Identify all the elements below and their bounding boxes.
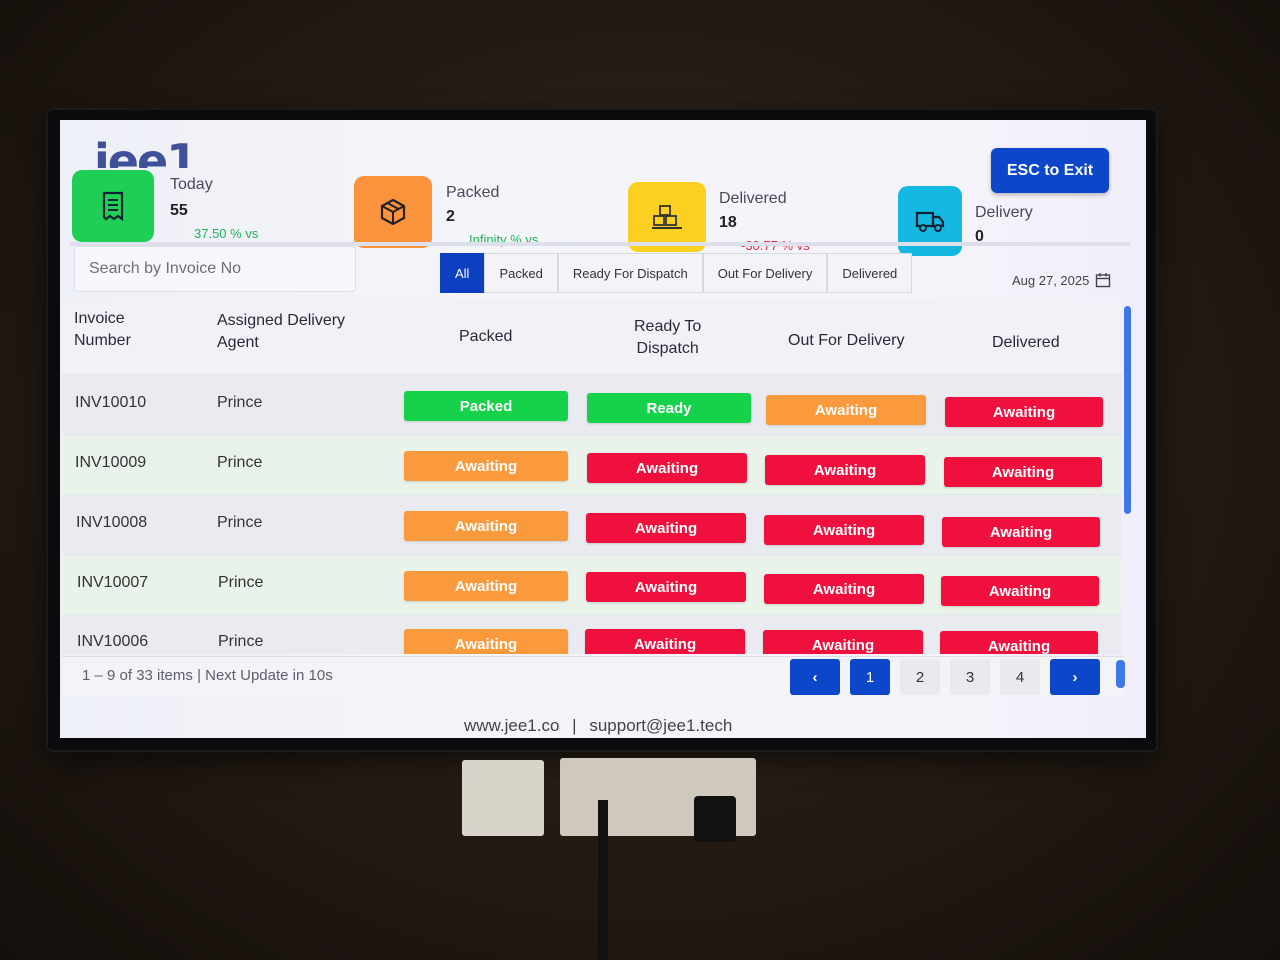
table-row[interactable]: INV10009 Prince Awaiting Awaiting Awaiti… — [62, 434, 1122, 494]
date-picker[interactable]: Aug 27, 2025 — [1012, 272, 1111, 288]
stat-label: Delivered — [719, 190, 787, 207]
table-header: Invoice Number Assigned Delivery Agent P… — [62, 298, 1122, 374]
tab-ready-for-dispatch[interactable]: Ready For Dispatch — [557, 253, 703, 293]
header-assigned-agent: Assigned Delivery Agent — [217, 312, 346, 351]
search-input[interactable]: Search by Invoice No — [74, 246, 356, 292]
header-invoice-number: Invoice Number — [74, 310, 131, 349]
support-email-link[interactable]: support@jee1.tech — [589, 716, 732, 735]
stat-label: Packed — [446, 184, 500, 201]
dashboard-screen: jee1 ESC to Exit Today 55 37.50 % vs Pac… — [60, 120, 1146, 738]
table-row[interactable]: INV10010 Prince Packed Ready Awaiting Aw… — [62, 374, 1122, 434]
page-2-button[interactable]: 2 — [900, 659, 940, 695]
stat-label: Delivery — [975, 204, 1033, 221]
stat-value: 55 — [170, 202, 188, 219]
calendar-icon — [1096, 273, 1111, 288]
header-delivered: Delivered — [992, 334, 1060, 351]
header-out-for-delivery: Out For Delivery — [788, 332, 905, 349]
orders-table: Invoice Number Assigned Delivery Agent P… — [62, 298, 1122, 654]
packed-status: Packed — [404, 391, 568, 421]
delivered-status: Awaiting — [940, 631, 1098, 654]
agent-name: Prince — [218, 574, 264, 591]
stat-card-delivered: Delivered 18 -30.77 % vs — [628, 182, 888, 262]
receipt-icon — [102, 191, 124, 221]
wall-socket — [462, 760, 544, 836]
packed-status: Awaiting — [404, 629, 568, 654]
tab-delivered[interactable]: Delivered — [827, 253, 913, 293]
stat-delta: 37.50 % vs — [194, 226, 259, 241]
tab-all[interactable]: All — [440, 253, 485, 293]
invoice-number: INV10006 — [77, 633, 149, 650]
page-3-button[interactable]: 3 — [950, 659, 990, 695]
out-for-delivery-status: Awaiting — [765, 455, 925, 485]
footer-separator: | — [572, 716, 577, 735]
invoice-number: INV10010 — [75, 394, 147, 411]
out-for-delivery-status: Awaiting — [764, 515, 924, 545]
stat-tile — [72, 170, 154, 242]
table-scrollbar[interactable] — [1124, 306, 1131, 514]
prev-page-button[interactable]: ‹ — [790, 659, 840, 695]
power-adapter — [694, 796, 736, 842]
invoice-number: INV10007 — [77, 574, 149, 591]
packages-icon — [652, 205, 682, 229]
packed-status: Awaiting — [404, 571, 568, 601]
packed-status: Awaiting — [404, 451, 568, 481]
truck-icon — [915, 211, 945, 232]
stat-value: 2 — [446, 208, 455, 225]
out-for-delivery-status: Awaiting — [763, 630, 923, 654]
horizontal-scroll-handle[interactable] — [1116, 660, 1125, 688]
packed-status: Awaiting — [404, 511, 568, 541]
tab-packed[interactable]: Packed — [484, 253, 558, 293]
ready-status: Awaiting — [585, 629, 745, 654]
power-cable — [598, 800, 608, 960]
website-link[interactable]: www.jee1.co — [464, 716, 559, 735]
page-1-button[interactable]: 1 — [850, 659, 890, 695]
stat-card-out-for-delivery: Delivery 0 — [898, 186, 1128, 266]
box-icon — [380, 198, 406, 226]
pager: ‹ 1 2 3 4 › — [790, 659, 1100, 695]
invoice-number: INV10009 — [75, 454, 147, 471]
stat-value: 18 — [719, 214, 737, 231]
header-packed: Packed — [459, 328, 513, 345]
stat-label: Today — [170, 176, 213, 193]
items-summary: 1 – 9 of 33 items | Next Update in 10s — [82, 667, 333, 684]
ready-status: Awaiting — [587, 453, 747, 483]
out-for-delivery-status: Awaiting — [766, 395, 926, 425]
invoice-number: INV10008 — [76, 514, 148, 531]
header-ready-to-dispatch: Ready To Dispatch — [634, 318, 702, 357]
brand-logo: jee1 — [94, 138, 197, 168]
date-value: Aug 27, 2025 — [1012, 272, 1090, 288]
ready-status: Awaiting — [586, 513, 746, 543]
delivered-status: Awaiting — [944, 457, 1102, 487]
agent-name: Prince — [218, 633, 264, 650]
tab-out-for-delivery[interactable]: Out For Delivery — [702, 253, 828, 293]
table-row[interactable]: INV10007 Prince Awaiting Awaiting Awaiti… — [62, 554, 1122, 614]
next-page-button[interactable]: › — [1050, 659, 1100, 695]
table-body: INV10010 Prince Packed Ready Awaiting Aw… — [62, 374, 1122, 654]
stat-card-today: Today 55 37.50 % vs — [72, 170, 332, 250]
agent-name: Prince — [217, 454, 263, 471]
ready-status: Awaiting — [586, 572, 746, 602]
delivered-status: Awaiting — [942, 517, 1100, 547]
agent-name: Prince — [217, 514, 263, 531]
stat-tile — [354, 176, 432, 248]
agent-name: Prince — [217, 394, 263, 411]
pagination-bar: 1 – 9 of 33 items | Next Update in 10s ‹… — [62, 656, 1124, 696]
table-row[interactable]: INV10006 Prince Awaiting Awaiting Awaiti… — [62, 614, 1122, 654]
footer-links: www.jee1.co | support@jee1.tech — [464, 716, 732, 736]
table-row[interactable]: INV10008 Prince Awaiting Awaiting Awaiti… — [62, 494, 1122, 554]
out-for-delivery-status: Awaiting — [764, 574, 924, 604]
delivered-status: Awaiting — [945, 397, 1103, 427]
delivered-status: Awaiting — [941, 576, 1099, 606]
ready-status: Ready — [587, 393, 751, 423]
status-filter-tabs: All Packed Ready For Dispatch Out For De… — [440, 253, 913, 293]
page-4-button[interactable]: 4 — [1000, 659, 1040, 695]
